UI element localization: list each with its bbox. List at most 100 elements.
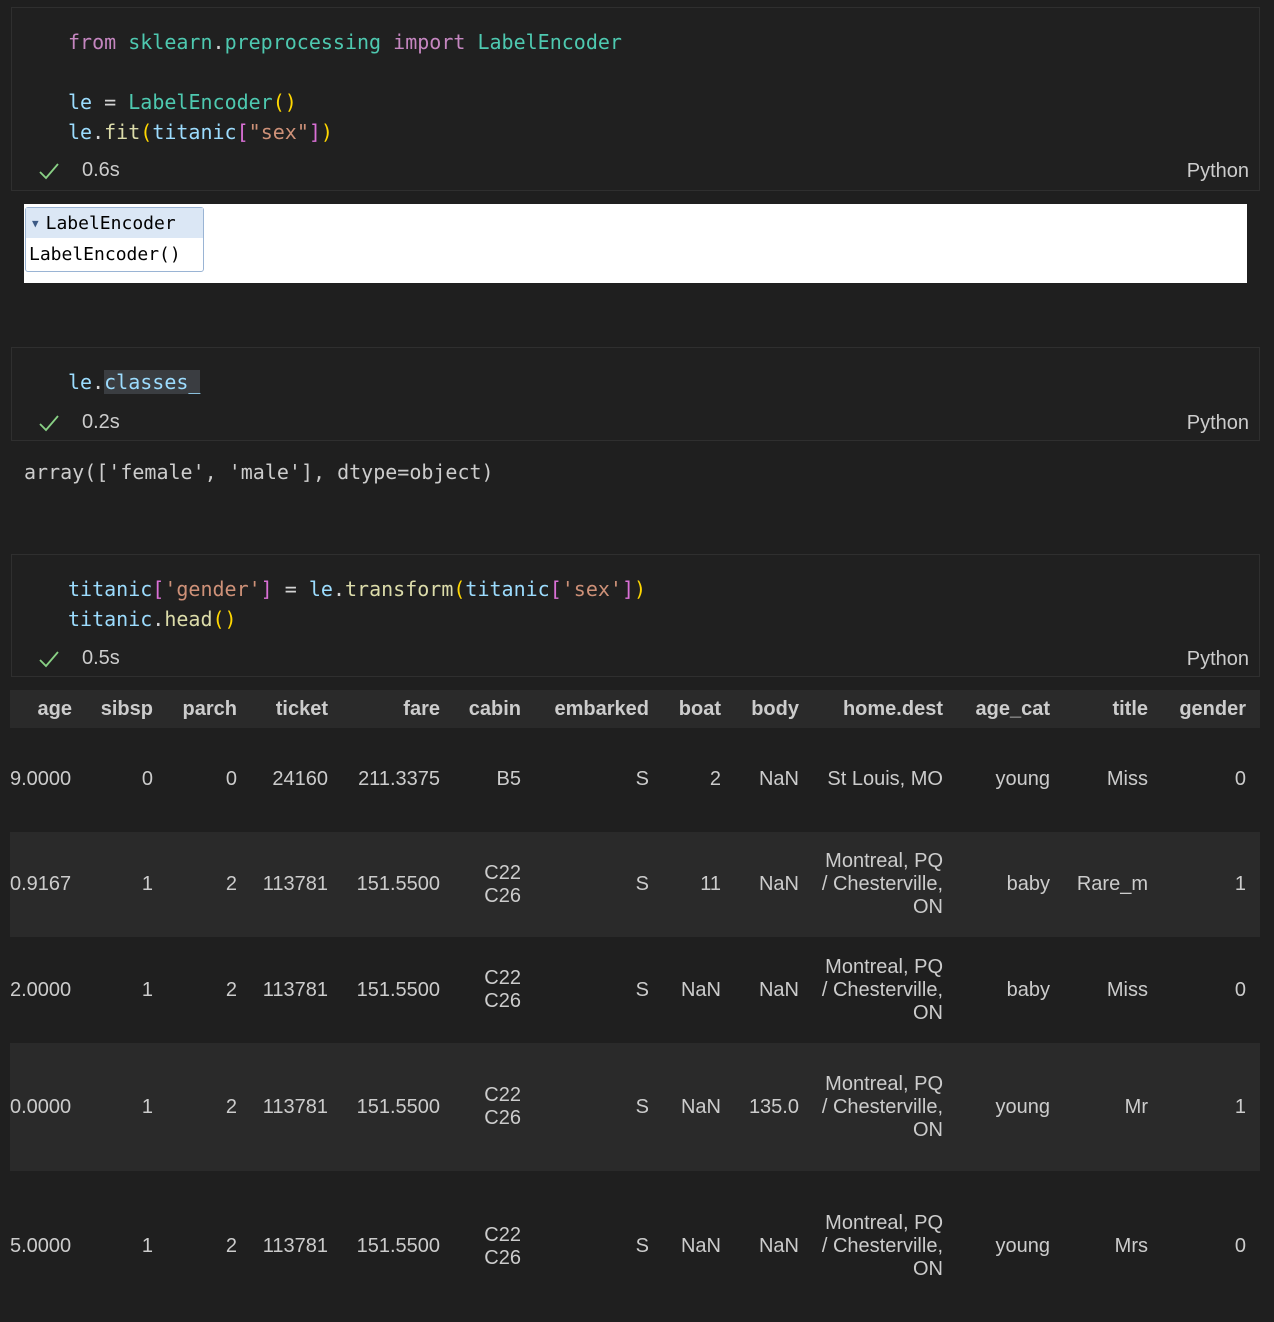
estimator-repr: LabelEncoder() xyxy=(29,244,181,265)
code-line-4: le.fit(titanic["sex"]) xyxy=(68,120,333,144)
cell-cabin: C22 C26 xyxy=(484,1223,521,1269)
code-cell-2[interactable]: le.classes_ 0.2s Python xyxy=(11,347,1260,441)
check-icon xyxy=(39,162,59,179)
cell-body: NaN xyxy=(758,1235,799,1257)
cell-body: NaN xyxy=(758,978,799,1001)
cell-cabin: C22 C26 xyxy=(484,1084,521,1129)
cell-title: Rare_m xyxy=(1076,873,1148,895)
estimator-header[interactable]: ▼ LabelEncoder xyxy=(26,208,203,238)
cell-body: 135.0 xyxy=(748,1095,799,1118)
column-header-parch: parch xyxy=(182,698,237,720)
estimator-widget[interactable]: ▼ LabelEncoder LabelEncoder() xyxy=(25,207,204,272)
code-line-1: from sklearn.preprocessing import LabelE… xyxy=(68,30,622,54)
cell-age-cat: young xyxy=(995,768,1051,790)
cell-age: 9.0000 xyxy=(10,768,72,790)
column-header-embarked: embarked xyxy=(554,698,650,720)
cell-sibsp: 0 xyxy=(141,768,153,790)
cell-ticket: 113781 xyxy=(262,1235,328,1257)
dataframe-table: age sibsp parch ticket fare cabin embark… xyxy=(10,690,1260,1280)
cell-fare: 151.5500 xyxy=(356,873,440,895)
language-label[interactable]: Python xyxy=(1187,160,1249,183)
cell-parch: 2 xyxy=(225,1235,237,1257)
cell-boat: 2 xyxy=(709,768,721,790)
table-row: 0.9167 1 2 113781 151.5500 C22 C26 S 11 NaN Montr… xyxy=(10,832,1260,937)
table-row: 9.0000 0 0 24160 211.3375 B5 S 2 NaN St Louis, MO… xyxy=(10,727,1260,832)
code-line-1: titanic['gender'] = le.transform(titanic… xyxy=(68,577,647,601)
code-line-1: le.classes_ xyxy=(68,370,201,394)
execution-status: 0.6s xyxy=(38,159,120,182)
cell-title: Mrs xyxy=(1114,1235,1148,1257)
execution-status: 0.5s xyxy=(38,647,120,670)
cell-home-dest: Montreal, PQ / Chesterville, ON xyxy=(821,1212,943,1280)
cell-home-dest: St Louis, MO xyxy=(827,768,943,790)
table-row: 2.0000 1 2 113781 151.5500 C22 C26 S NaN NaN Mont… xyxy=(10,937,1260,1043)
output-widget-area: ▼ LabelEncoder LabelEncoder() xyxy=(24,204,1247,283)
cell-fare: 211.3375 xyxy=(358,768,440,790)
array-output: array(['female', 'male'], dtype=object) xyxy=(24,460,494,484)
cell-boat: NaN xyxy=(680,1095,721,1118)
column-header-home-dest: home.dest xyxy=(842,698,943,720)
code-line-3: le = LabelEncoder() xyxy=(68,90,297,114)
execution-time: 0.5s xyxy=(82,647,120,669)
code-cell-1[interactable]: from sklearn.preprocessing import LabelE… xyxy=(11,7,1260,191)
table-header: age sibsp parch ticket fare cabin embark… xyxy=(10,690,1260,728)
cell-home-dest: Montreal, PQ / Chesterville, ON xyxy=(821,955,943,1024)
code-cell-3[interactable]: titanic['gender'] = le.transform(titanic… xyxy=(11,554,1260,677)
cell-ticket: 113781 xyxy=(262,1095,328,1118)
table-row: 0.0000 1 2 113781 151.5500 C22 C26 S NaN 135.0 Mo… xyxy=(10,1043,1260,1171)
cell-parch: 0 xyxy=(225,768,237,790)
cell-fare: 151.5500 xyxy=(356,978,440,1001)
cell-parch: 2 xyxy=(225,873,237,895)
cell-age: 0.9167 xyxy=(10,873,72,895)
cell-cabin: C22 C26 xyxy=(484,861,521,907)
cell-sibsp: 1 xyxy=(141,873,153,895)
cell-age: 5.0000 xyxy=(10,1235,72,1257)
cell-gender: 1 xyxy=(1234,873,1246,895)
cell-boat: NaN xyxy=(680,1235,721,1257)
column-header-cabin: cabin xyxy=(468,698,521,720)
cell-age-cat: baby xyxy=(1006,978,1050,1001)
cell-gender: 0 xyxy=(1234,1235,1246,1257)
code-line-2: titanic.head() xyxy=(68,607,237,631)
language-label[interactable]: Python xyxy=(1187,648,1249,671)
cell-age-cat: young xyxy=(995,1235,1051,1257)
cell-fare: 151.5500 xyxy=(356,1095,440,1118)
estimator-title: LabelEncoder xyxy=(45,212,176,234)
cell-age-cat: young xyxy=(995,1095,1051,1118)
cell-body: NaN xyxy=(758,873,799,895)
execution-time: 0.6s xyxy=(82,159,120,181)
check-icon xyxy=(39,414,59,431)
cell-ticket: 113781 xyxy=(262,978,328,1001)
column-header-boat: boat xyxy=(678,698,721,720)
execution-time: 0.2s xyxy=(82,411,120,433)
cell-boat: 11 xyxy=(700,873,721,895)
column-header-body: body xyxy=(751,698,799,720)
execution-status: 0.2s xyxy=(38,411,120,434)
cell-cabin: C22 C26 xyxy=(484,967,521,1012)
triangle-down-icon: ▼ xyxy=(32,216,39,230)
cell-title: Miss xyxy=(1106,978,1148,1001)
cell-body: NaN xyxy=(758,768,799,790)
cell-sibsp: 1 xyxy=(141,1095,153,1118)
language-label[interactable]: Python xyxy=(1187,412,1249,435)
cell-embarked: S xyxy=(635,978,649,1001)
check-icon xyxy=(39,650,59,667)
cell-fare: 151.5500 xyxy=(356,1235,440,1257)
cell-parch: 2 xyxy=(225,1095,237,1118)
cell-age: 0.0000 xyxy=(10,1095,72,1118)
cell-age: 2.0000 xyxy=(10,978,72,1001)
table-row: 5.0000 1 2 113781 151.5500 C22 C26 S NaN NaN Mont… xyxy=(10,1171,1260,1322)
cell-embarked: S xyxy=(635,768,649,790)
cell-ticket: 113781 xyxy=(262,873,328,895)
column-header-age: age xyxy=(37,698,72,720)
column-header-age-cat: age_cat xyxy=(975,698,1051,720)
cell-embarked: S xyxy=(635,1235,649,1257)
cell-embarked: S xyxy=(635,873,649,895)
cell-sibsp: 1 xyxy=(141,1235,153,1257)
cell-home-dest: Montreal, PQ / Chesterville, ON xyxy=(821,1072,943,1141)
column-header-ticket: ticket xyxy=(275,698,328,720)
column-header-fare: fare xyxy=(403,698,440,720)
cell-parch: 2 xyxy=(225,978,237,1001)
cell-cabin: B5 xyxy=(496,768,521,790)
column-header-gender: gender xyxy=(1179,698,1246,720)
